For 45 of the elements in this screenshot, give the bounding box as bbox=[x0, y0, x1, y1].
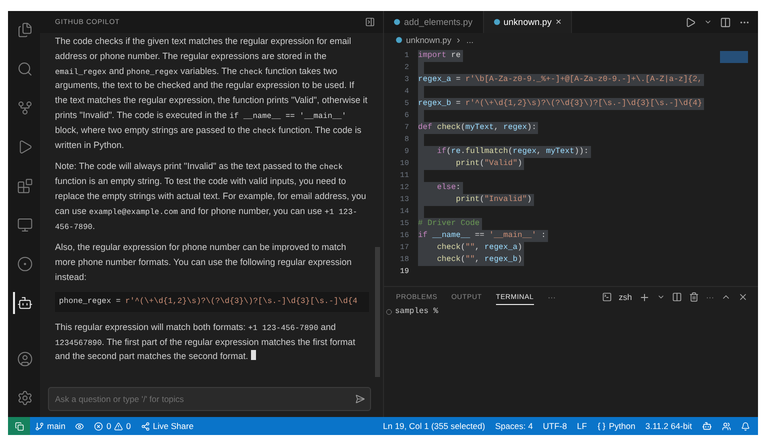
run-icon[interactable] bbox=[685, 16, 696, 28]
chat-paragraph: Also, the regular expression for phone number can be improved to match more phone number formats. You can use the following regular expression instead: bbox=[55, 241, 353, 284]
panel-icon[interactable] bbox=[365, 17, 375, 27]
prompt-icon bbox=[386, 308, 392, 314]
add-icon[interactable] bbox=[639, 292, 650, 302]
send-icon[interactable] bbox=[355, 394, 365, 404]
more-actions[interactable]: ··· bbox=[706, 292, 714, 302]
terminal-icon bbox=[602, 292, 612, 302]
status-item[interactable]: 3.11.2 64-bit bbox=[640, 421, 697, 431]
language-status[interactable]: Python bbox=[592, 421, 640, 431]
status-item[interactable]: Spaces: 4 bbox=[490, 421, 538, 431]
trash-icon[interactable] bbox=[689, 292, 699, 302]
breadcrumb-item[interactable]: ... bbox=[466, 35, 474, 45]
shell-name[interactable]: zsh bbox=[618, 292, 632, 302]
chevron-icon[interactable] bbox=[704, 18, 712, 26]
status-item[interactable]: Ln 19, Col 1 (355 selected) bbox=[378, 421, 490, 431]
warning-icon bbox=[114, 422, 124, 430]
remote-icon bbox=[14, 422, 24, 430]
status-item[interactable]: LF bbox=[572, 421, 592, 431]
split-icon[interactable] bbox=[672, 292, 682, 302]
remote-button[interactable] bbox=[8, 417, 30, 435]
more-tabs[interactable]: ··· bbox=[548, 292, 556, 302]
status-item[interactable]: UTF-8 bbox=[538, 421, 572, 431]
close-icon[interactable]: × bbox=[556, 16, 562, 28]
chevron-icon bbox=[455, 36, 462, 44]
python-file-icon bbox=[492, 18, 501, 26]
editor-tab[interactable]: unknown.py × bbox=[484, 11, 572, 33]
chevron-icon[interactable] bbox=[657, 293, 665, 301]
braces-icon bbox=[596, 422, 606, 430]
robot-icon[interactable] bbox=[13, 292, 35, 314]
error-icon bbox=[94, 422, 104, 430]
minimap-highlight bbox=[720, 51, 748, 63]
error-count: 0 bbox=[106, 421, 112, 431]
close-icon[interactable] bbox=[738, 292, 748, 302]
branch-status[interactable]: main bbox=[30, 421, 70, 431]
problems-status[interactable]: 0 0 bbox=[89, 421, 136, 431]
split-icon[interactable] bbox=[720, 16, 731, 28]
share-icon bbox=[140, 422, 150, 430]
scrollbar-thumb[interactable] bbox=[375, 247, 380, 377]
warning-count: 0 bbox=[126, 421, 131, 431]
branch-icon bbox=[35, 422, 44, 430]
live-share-status[interactable]: Live Share bbox=[136, 421, 199, 431]
terminal-line: samples % bbox=[395, 307, 438, 316]
breadcrumb-item[interactable]: unknown.py bbox=[406, 35, 452, 45]
chat-input[interactable]: Ask a question or type '/' for topics bbox=[48, 387, 371, 411]
